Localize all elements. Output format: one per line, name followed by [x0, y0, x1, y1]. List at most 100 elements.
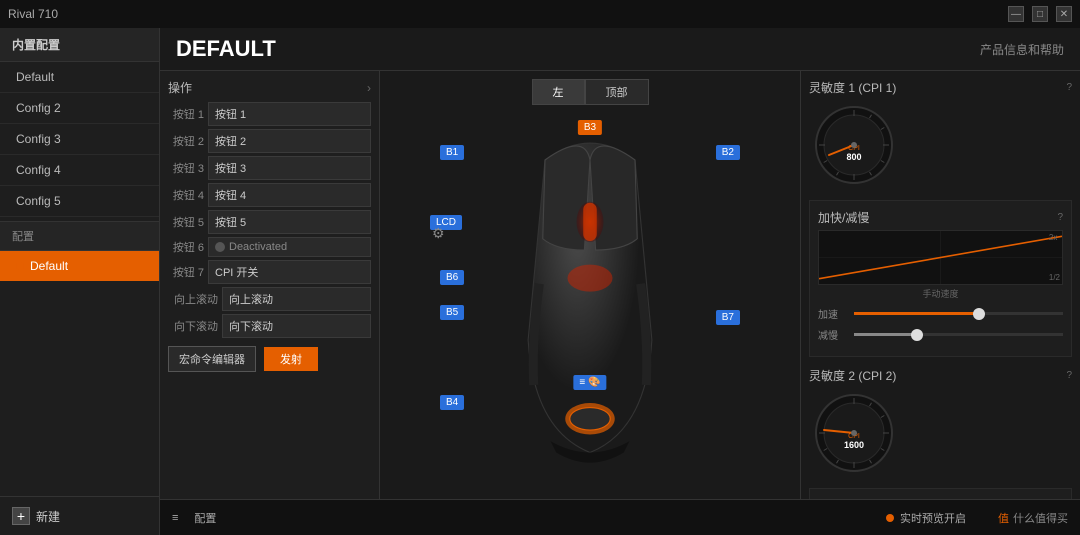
deactivated-icon	[215, 242, 225, 252]
mouse-diagram: B1 B3 B2 LCD B6 B5 ≡🎨 B7 B4 ⚙	[450, 115, 730, 475]
acceleration-header: 加快/减慢 ?	[818, 209, 1063, 226]
button-row-7: 按钮 7 CPI 开关	[168, 260, 371, 284]
speed-chart-labels: 2x 1/2	[1049, 231, 1060, 284]
mouse-label-b3[interactable]: B3	[578, 120, 602, 135]
cpi1-help[interactable]: ?	[1066, 82, 1072, 93]
tab-left[interactable]: 左	[532, 79, 585, 105]
btn-value-scroll-up[interactable]: 向上滚动	[222, 287, 371, 311]
cpi1-header: 灵敏度 1 (CPI 1) ?	[809, 79, 1072, 96]
sidebar-item-config5[interactable]: Config 5	[0, 186, 159, 217]
btn-value-1[interactable]: 按钮 1	[208, 102, 371, 126]
boost-label: 加速	[818, 306, 848, 321]
button-row-scroll-down: 向下滚动 向下滚动	[168, 314, 371, 338]
button-row-1: 按钮 1 按钮 1	[168, 102, 371, 126]
btn-value-scroll-down[interactable]: 向下滚动	[222, 314, 371, 338]
help-link[interactable]: 产品信息和帮助	[980, 41, 1064, 58]
cpi1-title: 灵敏度 1 (CPI 1)	[809, 79, 896, 96]
tab-top[interactable]: 顶部	[585, 79, 649, 105]
sidebar-item-config4[interactable]: Config 4	[0, 155, 159, 186]
button-row-3: 按钮 3 按钮 3	[168, 156, 371, 180]
button-row-5: 按钮 5 按钮 5	[168, 210, 371, 234]
reduce-slider[interactable]	[854, 333, 1063, 336]
btn-value-3[interactable]: 按钮 3	[208, 156, 371, 180]
titlebar-controls: — □ ✕	[1008, 6, 1072, 22]
btn-label-1: 按钮 1	[168, 106, 204, 122]
config-label: 配置	[194, 510, 216, 526]
btn-label-7: 按钮 7	[168, 264, 204, 280]
mouse-label-b1[interactable]: B1	[440, 145, 464, 160]
mouse-label-b2[interactable]: B2	[716, 145, 740, 160]
mouse-label-b6[interactable]: B6	[440, 270, 464, 285]
gear-icon[interactable]: ⚙	[432, 225, 445, 242]
mouse-label-b4[interactable]: B4	[440, 395, 464, 410]
titlebar-title: Rival 710	[8, 7, 58, 21]
main-content: 操作 › 按钮 1 按钮 1 按钮 2 按钮 2 按钮 3 按钮 3 按钮 4	[160, 71, 1080, 499]
acceleration-section: 加快/减慢 ? 2x	[809, 200, 1072, 357]
bottom-controls: 宏命令编辑器 发射	[168, 346, 371, 372]
btn-value-6[interactable]: Deactivated	[208, 237, 371, 257]
macro-editor-button[interactable]: 宏命令编辑器	[168, 346, 256, 372]
cpi2-help[interactable]: ?	[1066, 370, 1072, 381]
btn-label-scroll-down: 向下滚动	[168, 318, 218, 334]
titlebar: Rival 710 — □ ✕	[0, 0, 1080, 28]
sidebar-item-config3[interactable]: Config 3	[0, 124, 159, 155]
cpi1-gauge[interactable]: CPI 800	[809, 100, 899, 190]
btn-value-4[interactable]: 按钮 4	[208, 183, 371, 207]
sidebar-footer[interactable]: + 新建	[0, 496, 159, 535]
acceleration-title: 加快/减慢	[818, 209, 869, 226]
maximize-button[interactable]: □	[1032, 6, 1048, 22]
deactivated-label: Deactivated	[229, 241, 287, 253]
button-row-4: 按钮 4 按钮 4	[168, 183, 371, 207]
button-row-2: 按钮 2 按钮 2	[168, 129, 371, 153]
page-title: DEFAULT	[176, 36, 276, 62]
mouse-label-bottom[interactable]: ≡🎨	[573, 375, 606, 390]
btn-value-5[interactable]: 按钮 5	[208, 210, 371, 234]
minimize-button[interactable]: —	[1008, 6, 1024, 22]
btn-label-5: 按钮 5	[168, 214, 204, 230]
btn-label-3: 按钮 3	[168, 160, 204, 176]
svg-text:800: 800	[846, 152, 861, 162]
active-dot	[16, 262, 24, 270]
cpi1-section: 灵敏度 1 (CPI 1) ?	[809, 79, 1072, 190]
watermark-icon: 值	[998, 510, 1009, 526]
btn-label-4: 按钮 4	[168, 187, 204, 203]
btn-label-scroll-up: 向上滚动	[168, 291, 218, 307]
acceleration-help[interactable]: ?	[1057, 212, 1063, 223]
live-label: 实时预览开启	[900, 510, 966, 526]
btn-value-7[interactable]: CPI 开关	[208, 260, 371, 284]
button-row-scroll-up: 向上滚动 向上滚动	[168, 287, 371, 311]
watermark-area: 值 什么值得买	[998, 510, 1068, 526]
list-icon: ≡	[172, 512, 178, 524]
svg-text:1600: 1600	[844, 440, 864, 450]
cpi2-gauge[interactable]: CPI 1600	[809, 388, 899, 478]
fire-button[interactable]: 发射	[264, 347, 318, 371]
btn-value-2[interactable]: 按钮 2	[208, 129, 371, 153]
live-dot	[886, 514, 894, 522]
mouse-label-b5[interactable]: B5	[440, 305, 464, 320]
operations-title: 操作	[168, 79, 192, 96]
operations-arrow: ›	[367, 81, 371, 95]
mouse-label-b7[interactable]: B7	[716, 310, 740, 325]
button-row-6: 按钮 6 Deactivated	[168, 237, 371, 257]
boost-slider[interactable]	[854, 312, 1063, 315]
sidebar-section-header: 内置配置	[0, 28, 159, 62]
close-button[interactable]: ✕	[1056, 6, 1072, 22]
sidebar-item-default[interactable]: Default	[0, 62, 159, 93]
manual-speed-label: 手动速度	[818, 287, 1063, 300]
sidebar-active-item[interactable]: Default	[0, 251, 159, 281]
add-icon: +	[12, 507, 30, 525]
mouse-view-tabs: 左 顶部	[532, 79, 649, 105]
sidebar-item-config2[interactable]: Config 2	[0, 93, 159, 124]
reduce-label: 减慢	[818, 327, 848, 342]
active-item-label: Default	[30, 259, 68, 273]
sidebar: 内置配置 Default Config 2 Config 3 Config 4 …	[0, 28, 160, 535]
btn-label-6: 按钮 6	[168, 239, 204, 255]
list-view-button[interactable]: ≡	[172, 512, 178, 524]
operations-header: 操作 ›	[168, 79, 371, 96]
speed-chart: 2x 1/2	[818, 230, 1063, 285]
main-layout: 内置配置 Default Config 2 Config 3 Config 4 …	[0, 28, 1080, 535]
content-area: DEFAULT 产品信息和帮助 操作 › 按钮 1 按钮 1 按钮 2 按钮 2	[160, 28, 1080, 535]
config-button[interactable]: 配置	[194, 510, 216, 526]
cpi2-section: 灵敏度 2 (CPI 2) ?	[809, 367, 1072, 478]
cpi2-header: 灵敏度 2 (CPI 2) ?	[809, 367, 1072, 384]
